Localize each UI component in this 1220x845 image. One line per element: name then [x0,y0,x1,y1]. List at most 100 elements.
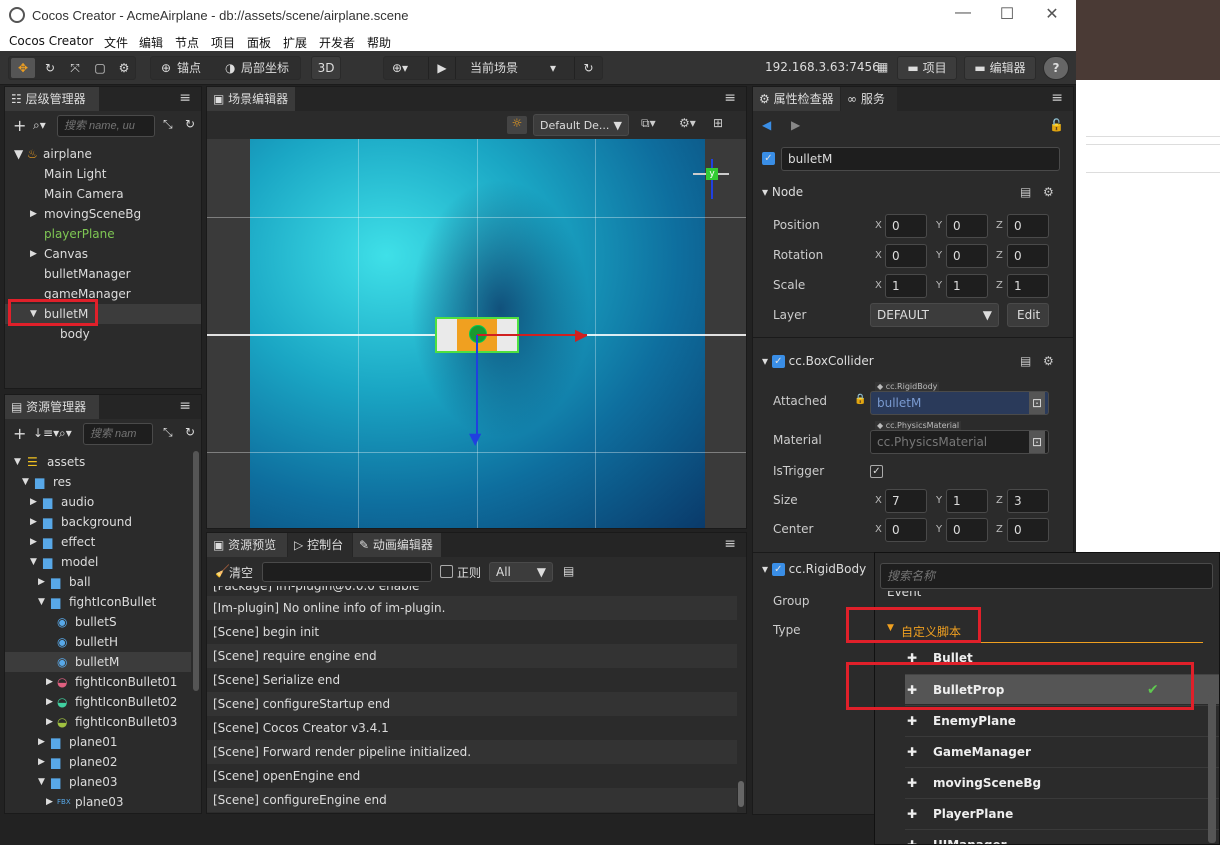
back-icon[interactable]: ◀ [762,118,771,132]
rotation-y-input[interactable]: 0 [946,244,988,268]
clear-button[interactable]: 清空 [229,564,253,581]
doc-icon[interactable]: ▤ [1020,354,1031,368]
menu-file[interactable]: 文件 [104,34,128,51]
expand-arrow[interactable]: ▶ [38,752,45,772]
box-collider-enabled-checkbox[interactable]: ✓ [771,355,785,368]
add-icon[interactable]: + [13,116,26,135]
expand-arrow[interactable]: ▶ [30,244,37,264]
scene-select[interactable]: 当前场景 [470,57,518,79]
dropdown-scrollbar[interactable] [1208,693,1216,843]
expand-arrow[interactable]: ▼ [14,452,21,472]
rigid-body-enabled-checkbox[interactable]: ✓ [771,563,785,576]
expand-arrow[interactable]: ▶ [30,512,37,532]
tree-row-body[interactable]: body [5,324,201,344]
log-level-select[interactable]: All ▼ [489,562,553,582]
assets-scrollbar[interactable] [193,451,199,691]
minimize-button[interactable]: — [940,4,986,22]
tree-row-moving-scene-bg[interactable]: ▶ movingSceneBg [5,204,201,224]
gizmo-z-axis[interactable] [476,335,478,435]
rotate-tool-icon[interactable]: ↻ [39,57,61,79]
menu-icon[interactable]: ≡ [724,90,736,106]
node-active-checkbox[interactable]: ✓ [762,152,775,165]
qrcode-icon[interactable]: ▦ [877,60,888,74]
expand-arrow[interactable]: ▼ [38,772,45,792]
size-x-input[interactable]: 7 [885,489,927,513]
camera-icon[interactable]: ⧉▾ [641,116,656,131]
console-scrollbar[interactable] [738,781,744,807]
asset-row-model[interactable]: ▼ ▆ model [5,552,191,572]
sort-icon[interactable]: ↓≡▾ [33,426,59,440]
refresh-icon[interactable]: ↻ [574,57,602,79]
menu-icon[interactable]: ≡ [1051,90,1063,106]
clear-icon[interactable]: 🧹 [215,564,230,578]
size-y-input[interactable]: 1 [946,489,988,513]
dropdown-item-playerplane[interactable]: ✚ PlayerPlane [905,798,1219,828]
layer-edit-button[interactable]: Edit [1007,303,1049,327]
log-row[interactable]: [Im-plugin] No online info of im-plugin. [207,596,737,620]
asset-row-fight-icon-bullet03[interactable]: ▶ ◒ fightIconBullet03 [5,712,191,732]
expand-arrow[interactable]: ▶ [46,712,53,732]
rigid-body-section-header[interactable]: ▾ ✓ cc.RigidBody [762,562,866,576]
node-name-input[interactable]: bulletM [781,147,1060,171]
orientation-gizmo[interactable]: y [693,159,733,203]
open-log-icon[interactable]: ▤ [563,564,574,578]
log-row[interactable]: [Scene] Cocos Creator v3.4.1 [207,716,737,740]
gear-icon[interactable]: ⚙▾ [679,116,696,130]
center-y-input[interactable]: 0 [946,518,988,542]
move-tool-icon[interactable]: ✥ [11,58,35,78]
expand-arrow[interactable]: ▶ [38,572,45,592]
rect-tool-icon[interactable]: ▢ [89,57,111,79]
snap-icon[interactable]: ⊞ [713,116,723,130]
rotation-x-input[interactable]: 0 [885,244,927,268]
anchor-button[interactable]: 锚点 [177,57,201,79]
menu-help[interactable]: 帮助 [367,34,391,51]
tab-assets[interactable]: ▤ 资源管理器 [5,395,99,419]
tree-row-main-light[interactable]: Main Light [5,164,201,184]
gear-icon[interactable]: ⚙ [113,57,135,79]
gear-icon[interactable]: ⚙ [1043,354,1054,368]
gizmo-z-arrow-icon[interactable]: ▼ [469,429,481,448]
tree-row-bullet-manager[interactable]: bulletManager [5,264,201,284]
box-collider-section-header[interactable]: ▾ ✓ cc.BoxCollider [762,354,874,368]
menu-project[interactable]: 项目 [211,34,235,51]
expand-arrow[interactable]: ▶ [30,204,37,224]
asset-row-bullets[interactable]: ◉ bulletS [5,612,191,632]
scale-x-input[interactable]: 1 [885,274,927,298]
help-button[interactable]: ? [1043,56,1069,80]
center-x-input[interactable]: 0 [885,518,927,542]
gear-icon[interactable]: ⚙ [1043,185,1054,199]
attached-field[interactable]: bulletM ⊡ [870,391,1049,415]
menu-edit[interactable]: 编辑 [139,34,163,51]
asset-row-fight-icon-bullet02[interactable]: ▶ ◒ fightIconBullet02 [5,692,191,712]
server-ip[interactable]: 192.168.3.63:7456 [765,60,880,74]
log-row[interactable]: [Scene] configureStartup end [207,692,737,716]
collapse-icon[interactable]: ⤡ [163,117,173,132]
asset-row-plane02[interactable]: ▶ ▆ plane02 [5,752,191,772]
hierarchy-search-input[interactable] [57,115,155,137]
menu-developer[interactable]: 开发者 [319,34,355,51]
asset-row-assets[interactable]: ▼ ☰ assets [5,452,191,472]
material-field[interactable]: cc.PhysicsMaterial ⊡ [870,430,1049,454]
platform-globe-icon[interactable]: ⊕▾ [392,57,408,79]
expand-arrow[interactable]: ▼ [30,552,37,572]
collapse-icon[interactable]: ⤡ [163,425,173,440]
asset-row-bulleth[interactable]: ◉ bulletH [5,632,191,652]
size-z-input[interactable]: 3 [1007,489,1049,513]
tab-inspector[interactable]: ⚙ 属性检查器 [753,87,840,111]
locate-icon[interactable]: ⊡ [1029,431,1045,453]
scene-viewport[interactable]: ▶ ▼ y [207,139,746,528]
asset-row-plane01[interactable]: ▶ ▆ plane01 [5,732,191,752]
log-row[interactable]: [Scene] configureEngine end [207,788,737,812]
tab-animation-editor[interactable]: ✎ 动画编辑器 [353,533,441,557]
menu-cocos-creator[interactable]: Cocos Creator [9,34,94,48]
node-section-header[interactable]: ▾ Node [762,185,803,199]
lock-icon[interactable]: 🔓 [1049,118,1064,132]
gizmo-x-axis[interactable] [477,334,587,336]
menu-panel[interactable]: 面板 [247,34,271,51]
dropdown-item-gamemanager[interactable]: ✚ GameManager [905,736,1219,766]
asset-row-audio[interactable]: ▶ ▆ audio [5,492,191,512]
position-y-input[interactable]: 0 [946,214,988,238]
dropdown-search-input[interactable] [880,563,1213,589]
refresh-icon[interactable]: ↻ [185,425,195,439]
menu-icon[interactable]: ≡ [724,536,736,552]
